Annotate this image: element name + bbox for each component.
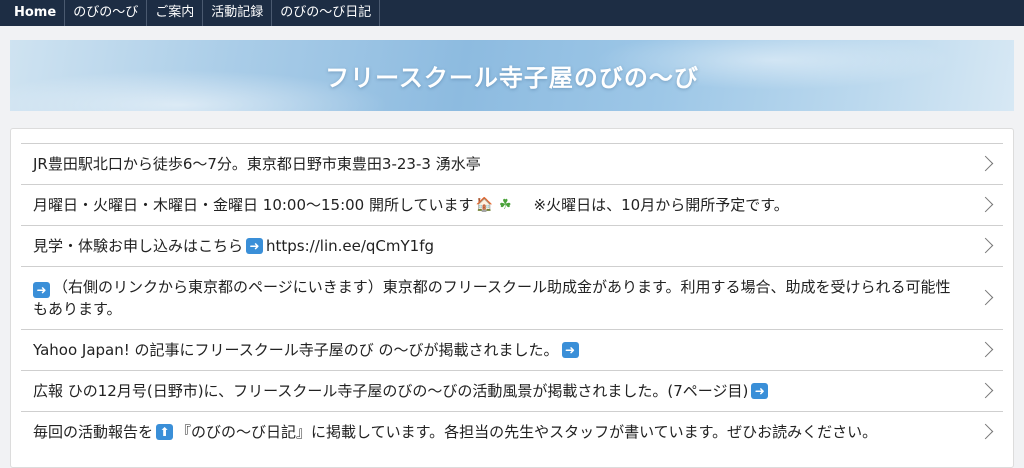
list-item-text: 毎回の活動報告を (33, 423, 154, 441)
right-arrow-icon: ➜ (33, 282, 50, 298)
right-arrow-icon: ➜ (751, 383, 769, 399)
chevron-right-icon (977, 237, 994, 254)
list-item-note: ※火曜日は、10月から開所予定です。 (533, 196, 789, 214)
list-item-trial[interactable]: 見学・体験お申し込みはこちら ➜ https://lin.ee/qCmY1fg (21, 225, 1003, 266)
list-item-text: 月曜日・火曜日・木曜日・金曜日 10:00〜15:00 開所しています (33, 196, 474, 214)
list-item-text: Yahoo Japan! の記事にフリースクール寺子屋のび の〜びが掲載されまし… (33, 341, 559, 359)
list-item-yahoo[interactable]: Yahoo Japan! の記事にフリースクール寺子屋のび の〜びが掲載されまし… (21, 329, 1003, 370)
list-item-text: JR豊田駅北口から徒歩6〜7分。東京都日野市東豊田3-23-3 湧水亭 (33, 155, 481, 173)
chevron-right-icon (977, 341, 994, 358)
clover-icon: ☘ (498, 197, 512, 213)
list-item-url: https://lin.ee/qCmY1fg (266, 237, 435, 255)
chevron-right-icon (977, 423, 994, 440)
list-item-text: ➜ （右側のリンクから東京都のページにいきます）東京都のフリースクール助成金があり… (33, 276, 963, 320)
house-icon: 🏠 (475, 197, 493, 213)
chevron-right-icon (977, 155, 994, 172)
header-banner: フリースクール寺子屋のびの〜び (10, 40, 1014, 111)
chevron-right-icon (977, 196, 994, 213)
list-item-hours[interactable]: 月曜日・火曜日・木曜日・金曜日 10:00〜15:00 開所しています 🏠 ☘ … (21, 184, 1003, 225)
nav-guide[interactable]: ご案内 (147, 0, 204, 26)
list-item-access[interactable]: JR豊田駅北口から徒歩6〜7分。東京都日野市東豊田3-23-3 湧水亭 (21, 143, 1003, 184)
nav-diary[interactable]: のびの〜び日記 (272, 0, 381, 26)
right-arrow-icon: ➜ (246, 238, 264, 254)
list-item-body: （右側のリンクから東京都のページにいきます）東京都のフリースクール助成金がありま… (33, 278, 951, 318)
nav-activity-record[interactable]: 活動記録 (203, 0, 273, 26)
nav-nobinobi[interactable]: のびの〜び (65, 0, 148, 26)
nav-home[interactable]: Home (6, 0, 66, 26)
list-item-subsidy[interactable]: ➜ （右側のリンクから東京都のページにいきます）東京都のフリースクール助成金があり… (21, 266, 1003, 329)
list-item-koho[interactable]: 広報 ひの12月号(日野市)に、フリースクール寺子屋のびの〜びの活動風景が掲載さ… (21, 370, 1003, 411)
list-item-text: 見学・体験お申し込みはこちら (33, 237, 244, 255)
top-navigation: Home のびの〜び ご案内 活動記録 のびの〜び日記 (0, 0, 1024, 26)
right-arrow-icon: ➜ (561, 342, 579, 358)
info-panel: JR豊田駅北口から徒歩6〜7分。東京都日野市東豊田3-23-3 湧水亭 月曜日・… (10, 128, 1014, 468)
list-item-text-2: 『のびの〜び日記』に掲載しています。各担当の先生やスタッフが書いています。ぜひお… (176, 423, 878, 441)
chevron-right-icon (977, 382, 994, 399)
site-title: フリースクール寺子屋のびの〜び (325, 64, 699, 92)
info-list: JR豊田駅北口から徒歩6〜7分。東京都日野市東豊田3-23-3 湧水亭 月曜日・… (11, 143, 1013, 452)
up-arrow-icon: ⬆ (156, 424, 174, 440)
list-item-diary[interactable]: 毎回の活動報告を ⬆ 『のびの〜び日記』に掲載しています。各担当の先生やスタッフ… (21, 411, 1003, 452)
list-item-text: 広報 ひの12月号(日野市)に、フリースクール寺子屋のびの〜びの活動風景が掲載さ… (33, 382, 749, 400)
chevron-right-icon (977, 289, 994, 306)
